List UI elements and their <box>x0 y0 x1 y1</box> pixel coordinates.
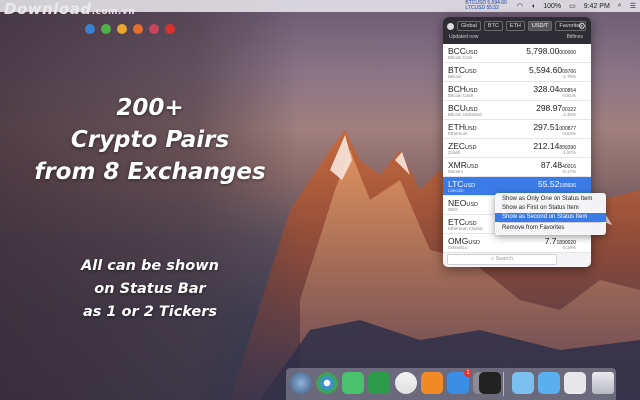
appstore-badge: 1 <box>464 369 472 377</box>
trash-icon[interactable] <box>592 372 614 394</box>
subheadline-line: on Status Bar <box>94 281 206 297</box>
dot <box>149 24 159 34</box>
context-menu: Show as Only One on Status Item Show as … <box>495 193 606 235</box>
ticker-price: 55.52199936 <box>538 179 576 189</box>
terminal-icon[interactable] <box>479 372 501 394</box>
tab-global[interactable]: Global <box>457 21 481 31</box>
ticker-row-zec[interactable]: ZECUSD Zcash 212.14899390 -1.97% <box>443 139 591 158</box>
tab-bar: Global BTC ETH USD/T Favorites <box>447 21 587 31</box>
headline-line: Crypto Pairs <box>70 127 230 153</box>
ticker-name: Zcash <box>448 150 461 155</box>
folder-icon[interactable] <box>512 372 534 394</box>
ticker-change: -5.39% <box>561 245 576 250</box>
volume-icon[interactable]: ◖ <box>531 3 535 10</box>
folder-icon[interactable] <box>538 372 560 394</box>
dot <box>165 24 175 34</box>
gear-icon[interactable]: ⚙ <box>578 21 586 32</box>
menu-bar: BTCUSD 5,594.60 LTCUSD 55.52 ◠ ◖ 100% ▭ … <box>0 0 640 12</box>
menu-item-show-second[interactable]: Show as Second on Status Item <box>495 213 606 222</box>
ticker-name: Ethereum <box>448 131 468 136</box>
ticker-name: Litecoin <box>448 188 464 193</box>
ticker-name: Bitcoin Unlimited <box>448 112 482 117</box>
exchange-selector[interactable]: Bitfinex <box>567 34 583 40</box>
ticker-row-eth[interactable]: ETHUSD Ethereum 297.51000877 -3.64% <box>443 120 591 139</box>
ticker-price: 5,798.00000000 <box>526 46 576 56</box>
itunes-icon[interactable] <box>395 372 417 394</box>
ticker-name: NEO <box>448 207 458 212</box>
tab-usdt[interactable]: USD/T <box>527 21 553 31</box>
status-ticker[interactable]: BTCUSD 5,594.60 LTCUSD 55.52 <box>465 1 506 11</box>
ticker-row-omg[interactable]: OMGUSD OmiseGo 7.71890020 -5.39% <box>443 234 591 253</box>
dot <box>101 24 111 34</box>
search-placeholder: Search <box>495 256 514 262</box>
ticker-row-bcc[interactable]: BCCUSD Bitcoin Core 5,798.00000000 <box>443 44 591 63</box>
dot <box>133 24 143 34</box>
dot <box>117 24 127 34</box>
ticker-name: Ethereum Classic <box>448 226 484 231</box>
notification-center-icon[interactable]: ☰ <box>630 2 636 10</box>
ticker-line: LTCUSD 55.52 <box>465 5 499 11</box>
headline-line: 200+ <box>116 95 184 121</box>
popover-header: Global BTC ETH USD/T Favorites ⚙ Updated… <box>443 17 591 44</box>
menu-item-show-only-one[interactable]: Show as Only One on Status Item <box>495 195 606 204</box>
ticker-row-btc[interactable]: BTCUSD Bitcoin 5,594.6009766 -2.76% <box>443 63 591 82</box>
headline: 200+ Crypto Pairs from 8 Exchanges <box>30 92 270 188</box>
ticker-name: Bitcoin <box>448 74 462 79</box>
preview-icon[interactable] <box>564 372 586 394</box>
menu-item-show-first[interactable]: Show as First on Status Item <box>495 204 606 213</box>
ticker-change: 4.30% <box>563 112 576 117</box>
app-logo-icon <box>447 22 454 30</box>
finder-icon[interactable] <box>290 372 312 394</box>
updated-status: Updated now <box>449 34 479 40</box>
headline-line: from 8 Exchanges <box>34 159 266 185</box>
dot <box>85 24 95 34</box>
menu-item-remove-favorites[interactable]: Remove from Favorites <box>495 224 606 233</box>
battery-icon[interactable]: ▭ <box>569 2 576 10</box>
tab-btc[interactable]: BTC <box>483 21 503 31</box>
ticker-change: -3.64% <box>561 131 576 136</box>
tab-eth[interactable]: ETH <box>505 21 525 31</box>
ticker-name: Monero <box>448 169 464 174</box>
menu-separator <box>499 222 602 223</box>
ticker-row-bch[interactable]: BCHUSD Bitcoin Cash 328.04000854 -0.81% <box>443 82 591 101</box>
ticker-name: Bitcoin Cash <box>448 93 474 98</box>
watermark-dots <box>85 24 175 34</box>
battery-percent[interactable]: 100% <box>543 3 561 10</box>
facetime-icon[interactable] <box>368 372 390 394</box>
blur-overlay <box>0 0 300 400</box>
ticker-change: -5.17% <box>561 169 576 174</box>
messages-icon[interactable] <box>342 372 364 394</box>
ticker-name: Bitcoin Core <box>448 55 473 60</box>
dock-separator <box>503 372 504 396</box>
menu-clock[interactable]: 9:42 PM <box>584 3 610 10</box>
ticker-name: OmiseGo <box>448 245 468 250</box>
ibooks-icon[interactable] <box>421 372 443 394</box>
ticker-row-xmr[interactable]: XMRUSD Monero 87.4840016 -5.17% <box>443 158 591 177</box>
subheadline-line: All can be shown <box>81 258 219 274</box>
spotlight-icon[interactable]: ⌕ <box>618 2 622 10</box>
ticker-change: -1.97% <box>561 150 576 155</box>
search-input[interactable]: ⌕ Search <box>447 254 557 265</box>
ticker-change: -2.76% <box>561 74 576 79</box>
ticker-row-bcu[interactable]: BCUUSD Bitcoin Unlimited 298.9700122 4.30% <box>443 101 591 120</box>
wifi-icon[interactable]: ◠ <box>517 2 523 10</box>
subheadline: All can be shown on Status Bar as 1 or 2… <box>50 255 250 324</box>
subheadline-line: as 1 or 2 Tickers <box>82 304 218 320</box>
ticker-change: -0.81% <box>561 93 576 98</box>
chrome-icon[interactable] <box>316 372 338 394</box>
